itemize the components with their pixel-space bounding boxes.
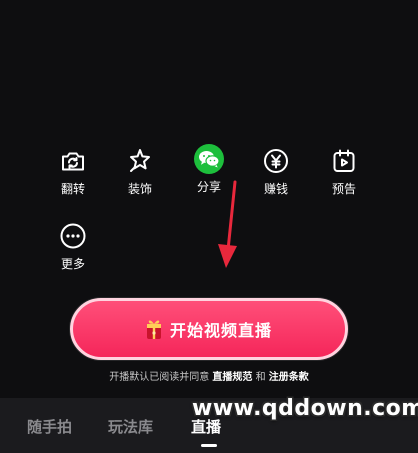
live-setup-screen: 翻转 装饰 分享 赚钱 预告 更多 开始视频直播 开播默认已阅读并同意 直播规范… [0,0,418,453]
flip-camera-button[interactable]: 翻转 [43,146,103,196]
gift-icon [146,318,162,340]
tab-quick-shoot[interactable]: 随手拍 [27,416,72,437]
live-rules-link[interactable]: 直播规范 [212,372,252,383]
registration-terms-link[interactable]: 注册条款 [269,372,309,383]
camera-flip-icon [58,146,88,176]
start-video-live-button[interactable]: 开始视频直播 [70,298,348,360]
preview-label: 预告 [331,182,356,196]
tab-gameplay-library[interactable]: 玩法库 [108,416,153,437]
more-icon [58,221,88,251]
preview-button[interactable]: 预告 [314,146,374,196]
more-label: 更多 [60,257,85,271]
earn-money-button[interactable]: 赚钱 [246,146,306,196]
wechat-icon [194,144,224,174]
more-button[interactable]: 更多 [43,221,103,271]
tab-live[interactable]: 直播 [191,416,221,437]
start-video-live-label: 开始视频直播 [169,321,272,340]
yen-icon [261,146,291,176]
decorate-label: 装饰 [127,182,152,196]
earn-money-label: 赚钱 [263,182,288,196]
decorate-button[interactable]: 装饰 [110,146,170,196]
agreement-prefix: 开播默认已阅读并同意 [109,372,213,383]
agreement-text: 开播默认已阅读并同意 直播规范 和 注册条款 [0,371,418,384]
flip-camera-label: 翻转 [60,182,85,196]
agreement-conj: 和 [252,372,269,383]
calendar-play-icon [329,146,359,176]
active-tab-indicator [201,444,217,447]
annotation-arrow-icon [218,180,237,268]
sparkle-icon [125,146,155,176]
